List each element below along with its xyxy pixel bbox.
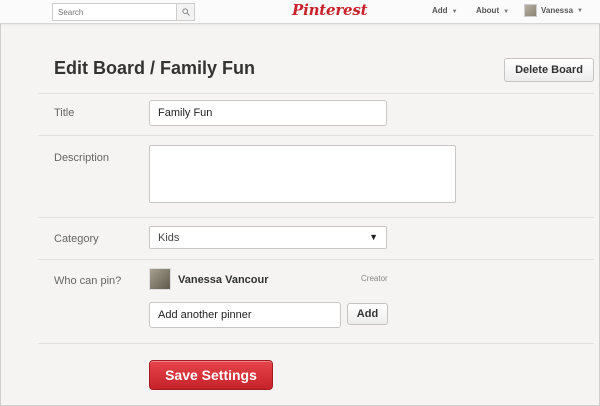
add-pinner-input[interactable] [149, 302, 341, 328]
caret-down-icon: ▼ [503, 9, 510, 15]
search-box [52, 3, 195, 21]
user-menu[interactable]: Vanessa ▼ [524, 4, 583, 17]
category-value: Kids [158, 232, 180, 244]
divider [38, 343, 594, 344]
search-button[interactable] [176, 4, 194, 20]
pinner-role: Creator [361, 274, 388, 283]
caret-down-icon: ▼ [577, 7, 583, 14]
nav-about-label: About [476, 6, 500, 15]
user-avatar [524, 4, 537, 17]
top-bar: Pinterest Add▼ About▼ Vanessa▼ [0, 0, 600, 24]
dropdown-arrow-icon: ▼ [369, 232, 378, 242]
nav-add-label: Add [432, 6, 448, 15]
divider [38, 259, 594, 260]
category-label: Category [54, 233, 99, 245]
who-can-pin-label: Who can pin? [54, 275, 122, 287]
nav-add-menu[interactable]: Add ▼ [432, 6, 458, 15]
divider [38, 217, 594, 218]
save-settings-button[interactable]: Save Settings [149, 360, 273, 390]
page-title: Edit Board / Family Fun [54, 58, 256, 78]
caret-down-icon: ▼ [451, 9, 458, 15]
user-name: Vanessa [541, 6, 574, 15]
nav-about-menu[interactable]: About ▼ [476, 6, 509, 15]
description-textarea[interactable] [149, 145, 456, 203]
pinner-avatar [149, 268, 171, 290]
search-input[interactable] [53, 4, 177, 20]
description-label: Description [54, 152, 110, 164]
title-label: Title [54, 107, 75, 119]
divider [38, 93, 594, 94]
pinterest-logo[interactable]: Pinterest [292, 1, 368, 19]
pinner-name: Vanessa Vancour [178, 274, 269, 286]
search-icon [182, 8, 190, 16]
add-pinner-button[interactable]: Add [347, 303, 388, 325]
delete-board-button[interactable]: Delete Board [504, 58, 594, 82]
category-select[interactable]: Kids ▼ [149, 226, 387, 249]
divider [38, 135, 594, 136]
title-input[interactable] [149, 100, 387, 126]
